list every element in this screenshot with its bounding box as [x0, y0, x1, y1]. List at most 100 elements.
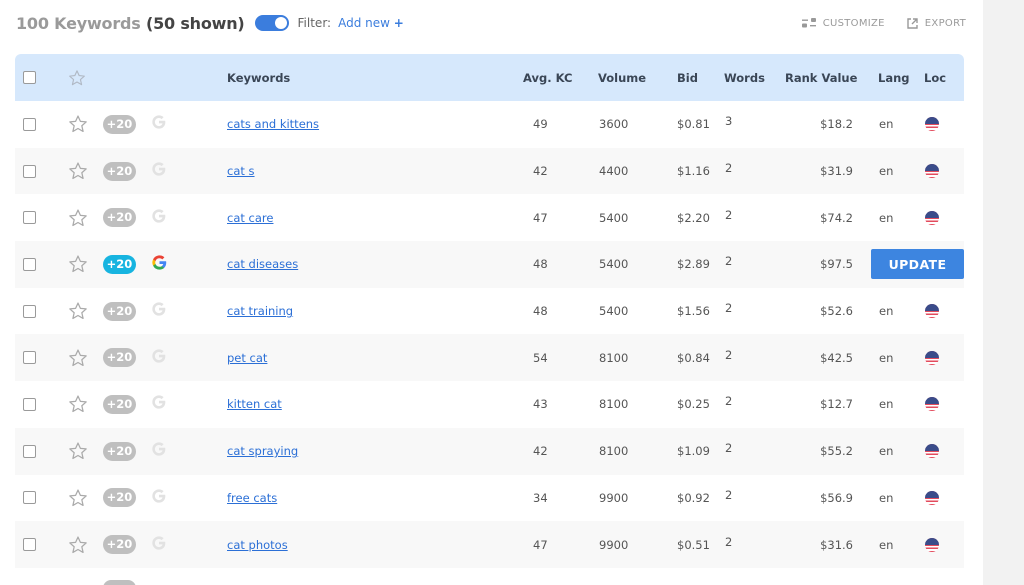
serp-badge[interactable]: +20 — [103, 254, 136, 274]
export-icon — [907, 17, 918, 29]
google-icon[interactable] — [151, 394, 167, 414]
bid-value: $2.20 — [677, 210, 710, 225]
star-icon[interactable] — [68, 441, 88, 461]
rank-value: $18.2 — [820, 117, 853, 132]
row-checkbox[interactable] — [23, 164, 36, 178]
serp-badge[interactable]: +20 — [103, 488, 136, 508]
serp-badge[interactable] — [103, 580, 136, 585]
star-icon[interactable] — [68, 114, 88, 134]
partial-table-row — [15, 578, 964, 585]
star-icon[interactable] — [68, 535, 88, 555]
table-header: Keywords Avg. KC Volume Bid Words Rank V… — [15, 54, 964, 101]
row-checkbox[interactable] — [23, 117, 36, 131]
keyword-link[interactable]: free cats — [227, 491, 277, 505]
rank-value: $31.9 — [820, 164, 853, 179]
table-row: +20 pet cat 54 8100 $0.84 2 $42.5 en — [15, 334, 964, 382]
words-value: 2 — [725, 207, 733, 222]
add-filter-link[interactable]: Add new + — [338, 16, 404, 30]
lang-value: en — [879, 210, 894, 225]
google-icon[interactable] — [151, 161, 167, 181]
customize-button[interactable]: CUSTOMIZE — [801, 17, 885, 29]
us-flag-icon — [925, 210, 939, 225]
keyword-link[interactable]: cat s — [227, 164, 255, 178]
keyword-link[interactable]: cat diseases — [227, 257, 298, 271]
select-all-checkbox[interactable] — [23, 71, 36, 84]
serp-badge[interactable]: +20 — [103, 208, 136, 228]
keyword-link[interactable]: cat photos — [227, 538, 288, 552]
row-checkbox[interactable] — [23, 351, 36, 365]
table-row: +20 kitten cat 43 8100 $0.25 2 $12.7 en — [15, 381, 964, 428]
star-icon[interactable] — [68, 348, 88, 368]
column-header-keywords[interactable]: Keywords — [227, 71, 290, 85]
row-checkbox[interactable] — [23, 304, 36, 318]
star-icon[interactable] — [68, 394, 88, 414]
column-header-rank-value[interactable]: Rank Value — [785, 71, 857, 85]
row-checkbox[interactable] — [23, 397, 36, 411]
column-header-bid[interactable]: Bid — [677, 71, 698, 85]
row-checkbox[interactable] — [23, 444, 36, 458]
serp-badge[interactable]: +20 — [103, 535, 136, 555]
star-icon[interactable] — [68, 208, 88, 228]
serp-badge[interactable]: +20 — [103, 348, 136, 368]
star-icon[interactable] — [68, 301, 88, 321]
filter-toggle[interactable] — [254, 15, 289, 31]
serp-badge[interactable]: +20 — [103, 441, 136, 461]
google-icon[interactable] — [151, 441, 167, 461]
keyword-link[interactable]: kitten cat — [227, 397, 282, 411]
google-icon[interactable] — [151, 488, 167, 508]
update-button[interactable]: UPDATE — [871, 249, 964, 280]
star-icon[interactable] — [68, 488, 88, 508]
row-checkbox[interactable] — [23, 538, 36, 552]
google-icon[interactable] — [151, 348, 167, 368]
rank-value: $55.2 — [820, 444, 853, 459]
words-value: 2 — [725, 441, 733, 456]
table-row: +20 free cats 34 9900 $0.92 2 $56.9 en — [15, 475, 964, 522]
star-icon[interactable] — [68, 161, 88, 181]
customize-label: CUSTOMIZE — [822, 17, 885, 29]
avg-kc-value: 47 — [533, 210, 548, 225]
google-icon[interactable] — [151, 114, 167, 134]
avg-kc-value: 48 — [533, 304, 548, 319]
keyword-link[interactable]: pet cat — [227, 351, 267, 365]
column-header-lang[interactable]: Lang — [878, 71, 910, 85]
keywords-table: Keywords Avg. KC Volume Bid Words Rank V… — [15, 54, 964, 568]
row-checkbox[interactable] — [23, 491, 36, 505]
google-icon[interactable] — [151, 254, 168, 275]
us-flag-icon — [925, 444, 939, 459]
keywords-count-title: 100 Keywords (50 shown) — [16, 14, 245, 33]
column-header-avg-kc[interactable]: Avg. KC — [523, 71, 572, 85]
keyword-link[interactable]: cat training — [227, 304, 293, 318]
keyword-link[interactable]: cat care — [227, 211, 273, 225]
lang-value: en — [879, 304, 894, 319]
export-button[interactable]: EXPORT — [907, 18, 966, 29]
star-icon[interactable] — [68, 69, 86, 87]
column-header-volume[interactable]: Volume — [598, 71, 646, 85]
table-row: +20 cat s 42 4400 $1.16 2 $31.9 en — [15, 147, 964, 195]
column-header-loc[interactable]: Loc — [924, 71, 946, 85]
words-value: 2 — [725, 534, 733, 549]
star-icon[interactable] — [68, 254, 88, 274]
keyword-link[interactable]: cat spraying — [227, 444, 298, 458]
google-icon[interactable] — [151, 301, 167, 321]
avg-kc-value: 54 — [533, 350, 548, 365]
serp-badge[interactable]: +20 — [103, 114, 136, 134]
table-body: +20 cats and kittens 49 3600 $0.81 3 $18… — [15, 101, 964, 568]
volume-value: 9900 — [599, 490, 629, 505]
row-checkbox[interactable] — [23, 257, 36, 271]
volume-value: 8100 — [599, 444, 629, 459]
serp-badge[interactable]: +20 — [103, 394, 136, 414]
row-checkbox[interactable] — [23, 211, 36, 225]
column-header-words[interactable]: Words — [724, 71, 765, 85]
avg-kc-value: 42 — [533, 444, 548, 459]
serp-badge[interactable]: +20 — [103, 161, 136, 181]
words-value: 2 — [725, 161, 733, 176]
lang-value: en — [879, 537, 894, 552]
us-flag-icon — [925, 350, 939, 365]
words-value: 2 — [725, 301, 733, 316]
serp-badge[interactable]: +20 — [103, 301, 136, 321]
google-icon[interactable] — [151, 208, 167, 228]
volume-value: 5400 — [599, 210, 629, 225]
keyword-link[interactable]: cats and kittens — [227, 117, 319, 131]
google-icon[interactable] — [151, 535, 167, 555]
bid-value: $0.84 — [677, 350, 710, 365]
